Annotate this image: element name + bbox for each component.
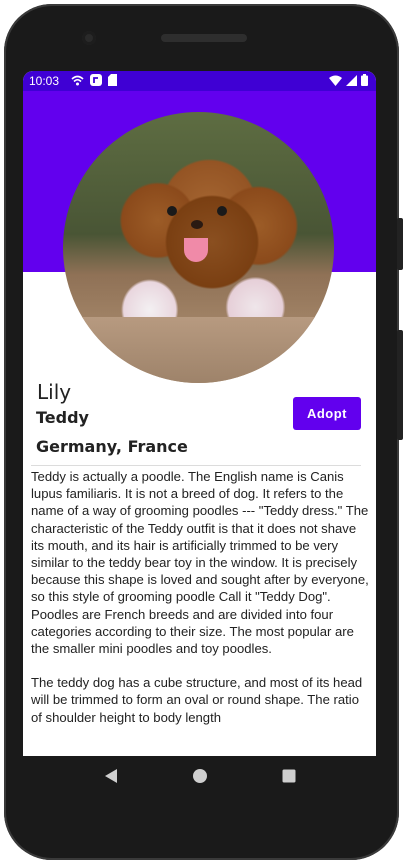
sd-card-icon bbox=[108, 74, 117, 86]
photo-nose bbox=[191, 220, 203, 229]
info-divider bbox=[31, 465, 361, 466]
description-paragraph: The teddy dog has a cube structure, and … bbox=[31, 675, 363, 725]
app-screen: 10:03 Lily Teddy Germany, France Adopt T… bbox=[23, 71, 376, 756]
pet-origin: Germany, France bbox=[36, 437, 188, 456]
wifi-calling-icon bbox=[71, 75, 84, 85]
description-paragraph: Teddy is actually a poodle. The English … bbox=[31, 469, 369, 657]
status-right-icons bbox=[329, 74, 368, 86]
recents-icon[interactable] bbox=[282, 769, 296, 783]
signal-icon bbox=[346, 74, 357, 86]
pet-name: Lily bbox=[37, 380, 72, 404]
profile-header bbox=[23, 91, 376, 383]
battery-icon bbox=[361, 74, 368, 86]
pet-description: Teddy is actually a poodle. The English … bbox=[31, 468, 371, 726]
earpiece-speaker bbox=[161, 34, 247, 42]
photo-eye-right bbox=[217, 206, 227, 216]
power-button bbox=[397, 330, 403, 440]
pet-breed: Teddy bbox=[36, 408, 89, 427]
photo-tongue bbox=[184, 238, 208, 262]
system-navigation-bar bbox=[23, 756, 376, 796]
wifi-icon bbox=[329, 75, 342, 86]
status-bar: 10:03 bbox=[23, 71, 376, 91]
volume-button bbox=[397, 218, 403, 270]
adopt-button[interactable]: Adopt bbox=[293, 397, 361, 430]
back-icon[interactable] bbox=[104, 768, 118, 784]
pet-photo bbox=[63, 112, 334, 383]
photo-wood-board bbox=[63, 317, 334, 383]
app-notification-icon bbox=[90, 74, 102, 86]
home-icon[interactable] bbox=[192, 768, 208, 784]
photo-eye-left bbox=[167, 206, 177, 216]
status-time: 10:03 bbox=[29, 74, 60, 88]
front-camera bbox=[82, 31, 96, 45]
status-left-icons bbox=[71, 74, 117, 86]
